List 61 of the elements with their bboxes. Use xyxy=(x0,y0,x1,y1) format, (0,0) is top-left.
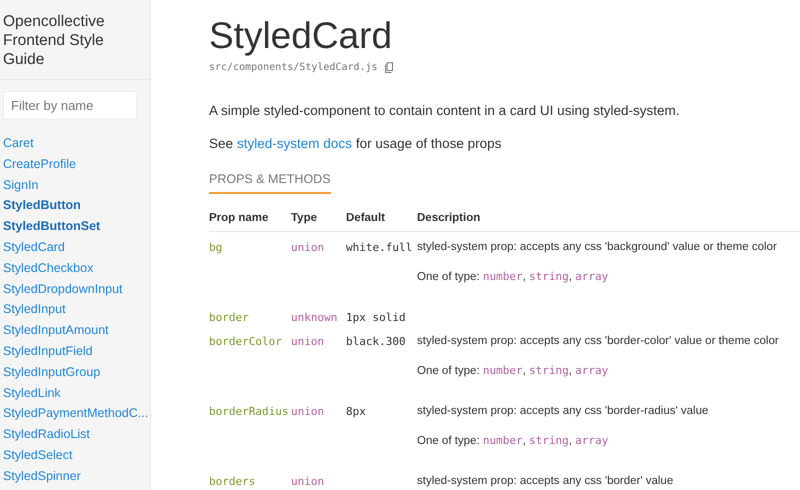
sidebar-link[interactable]: StyledCheckbox xyxy=(3,258,94,279)
prop-name: borderColor xyxy=(209,335,282,348)
type-label: One of type: xyxy=(417,365,480,377)
column-header: Default xyxy=(346,206,417,232)
type-label: One of type: xyxy=(417,271,480,283)
prop-name: borderRadius xyxy=(209,405,288,418)
prop-type: union xyxy=(291,405,324,418)
prop-type: union xyxy=(291,475,324,488)
prop-type: union xyxy=(291,241,324,254)
component-description: A simple styled-component to contain content in a card UI using styled-system. xyxy=(209,102,680,120)
filter-field[interactable]: Filter by name xyxy=(3,91,137,120)
sidebar-link[interactable]: StyledRadioList xyxy=(3,424,90,445)
type-name: array xyxy=(575,365,608,377)
copy-icon[interactable] xyxy=(384,62,394,73)
prop-name: bg xyxy=(209,241,222,254)
sidebar-link[interactable]: StyledDropdownInput xyxy=(3,278,123,300)
sidebar-link[interactable]: StyledInputGroup xyxy=(3,362,100,383)
sidebar-link[interactable]: Caret xyxy=(3,133,34,154)
prop-description: styled-system prop: accepts any css 'background' value or theme color xyxy=(417,241,777,253)
prop-description: styled-system prop: accepts any css 'border' value xyxy=(417,475,674,487)
type-name: string, xyxy=(529,271,572,283)
type-name: array xyxy=(575,271,608,283)
sidebar-link[interactable]: CreateProfile xyxy=(3,154,76,175)
type-label: One of type: xyxy=(417,435,480,447)
column-header: Type xyxy=(291,206,346,232)
prop-default: black.300 xyxy=(346,335,406,348)
type-name: number, xyxy=(482,365,526,377)
sidebar-link[interactable]: StyledInput xyxy=(3,299,66,320)
sidebar-link[interactable]: StyledButton xyxy=(3,195,81,216)
prop-name: borders xyxy=(209,475,256,488)
sidebar-link[interactable]: StyledSelect xyxy=(3,444,72,466)
type-name: array xyxy=(575,435,608,447)
prop-description: styled-system prop: accepts any css 'border-radius' value xyxy=(417,405,708,417)
prop-default: white.full xyxy=(346,241,412,254)
prop-type: unknown xyxy=(291,311,338,324)
sidebar-link[interactable]: StyledInputAmount xyxy=(3,320,109,341)
sidebar-link[interactable]: StyledButtonSet xyxy=(3,216,100,237)
prop-default: 8px xyxy=(346,405,366,418)
sidebar-link[interactable]: StyledCard xyxy=(3,236,65,258)
props-tab[interactable]: PROPS & METHODS xyxy=(209,172,331,194)
see-text: See xyxy=(209,135,234,153)
guide-title: Opencollective Frontend Style Guide xyxy=(0,0,150,80)
type-name: number, xyxy=(482,435,526,447)
sidebar-link[interactable]: StyledLink xyxy=(3,382,61,404)
page-title: StyledCard xyxy=(209,14,392,58)
type-name: string, xyxy=(529,435,572,447)
prop-default: 1px solid xyxy=(346,311,406,324)
sidebar-link[interactable]: SignIn xyxy=(3,174,38,196)
sidebar-link[interactable]: StyledSpinner xyxy=(3,466,81,487)
type-name: string, xyxy=(529,365,572,377)
docs-link[interactable]: styled-system docs xyxy=(237,136,352,151)
type-name: number, xyxy=(482,271,526,283)
usage-text: for usage of those props xyxy=(356,135,502,153)
sidebar-link[interactable]: StyledInputField xyxy=(3,340,93,362)
prop-type: union xyxy=(291,335,324,348)
column-header: Description xyxy=(417,206,800,232)
prop-name: border xyxy=(209,311,249,324)
prop-description: styled-system prop: accepts any css 'border-color' value or theme color xyxy=(417,335,779,347)
sidebar-link[interactable]: StyledPaymentMethodC... xyxy=(3,403,148,424)
column-header: Prop name xyxy=(209,206,291,232)
file-path: src/components/StyledCard.js xyxy=(209,62,378,73)
